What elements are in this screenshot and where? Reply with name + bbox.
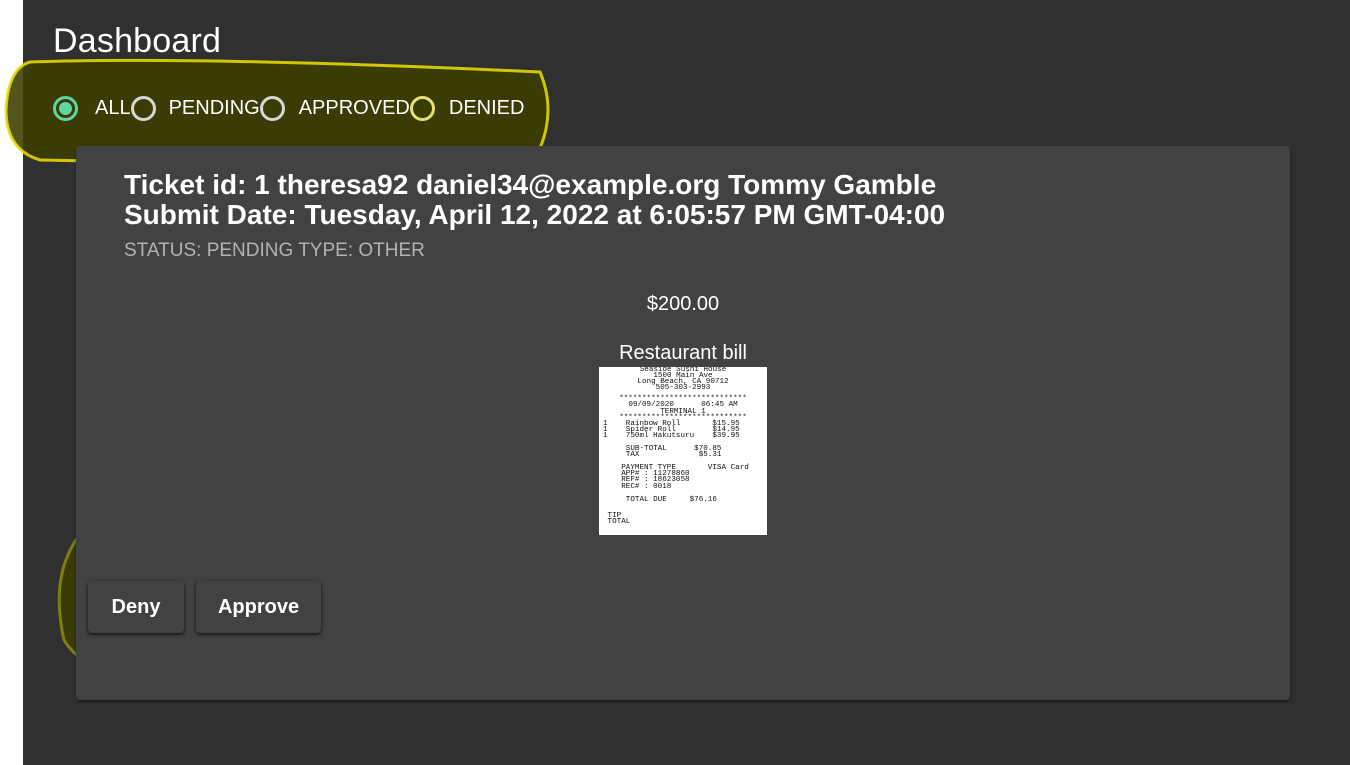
radio-unchecked-icon[interactable]	[130, 95, 156, 121]
ticket-submit-date: Submit Date: Tuesday, April 12, 2022 at …	[124, 199, 946, 230]
filter-approved[interactable]: APPROVED	[259, 95, 410, 121]
ticket-amount: $200.00	[646, 293, 720, 315]
ticket-info: Ticket id: 1 theresa92 daniel34@example.…	[124, 169, 937, 200]
filter-approved-label: APPROVED	[298, 96, 410, 119]
filter-denied[interactable]: DENIED	[409, 95, 525, 121]
ticket-description: Restaurant bill	[619, 342, 747, 364]
radio-unchecked-icon[interactable]	[409, 95, 435, 121]
filter-all-label: ALL	[95, 96, 131, 119]
status-filter-group: ALL PENDING APPROVED DENIED	[53, 92, 524, 124]
receipt-image: Seaside Sushi House 1500 Main Ave Long B…	[599, 367, 767, 535]
filter-all[interactable]: ALL	[53, 95, 131, 121]
page-title: Dashboard	[53, 22, 222, 60]
filter-denied-label: DENIED	[448, 96, 525, 119]
deny-button[interactable]: Deny	[88, 581, 184, 633]
receipt-total: TOTAL	[603, 517, 631, 526]
receipt-rec: REC# : 0018	[603, 482, 672, 491]
radio-unchecked-icon[interactable]	[259, 95, 285, 121]
filter-pending[interactable]: PENDING	[130, 95, 260, 121]
receipt-item: 1 750ml Hakutsuru $39.95	[603, 431, 740, 440]
filter-pending-label: PENDING	[168, 96, 260, 119]
ticket-card: Ticket id: 1 theresa92 daniel34@example.…	[76, 146, 1290, 700]
approve-button[interactable]: Approve	[196, 581, 321, 633]
receipt-store-phone: 505-303-2993	[655, 384, 711, 393]
ticket-status: STATUS: PENDING TYPE: OTHER	[124, 240, 425, 261]
receipt-tax: TAX $5.31	[603, 451, 722, 460]
radio-checked-icon[interactable]	[53, 95, 78, 121]
receipt-total-due: TOTAL DUE $76.16	[603, 495, 717, 504]
